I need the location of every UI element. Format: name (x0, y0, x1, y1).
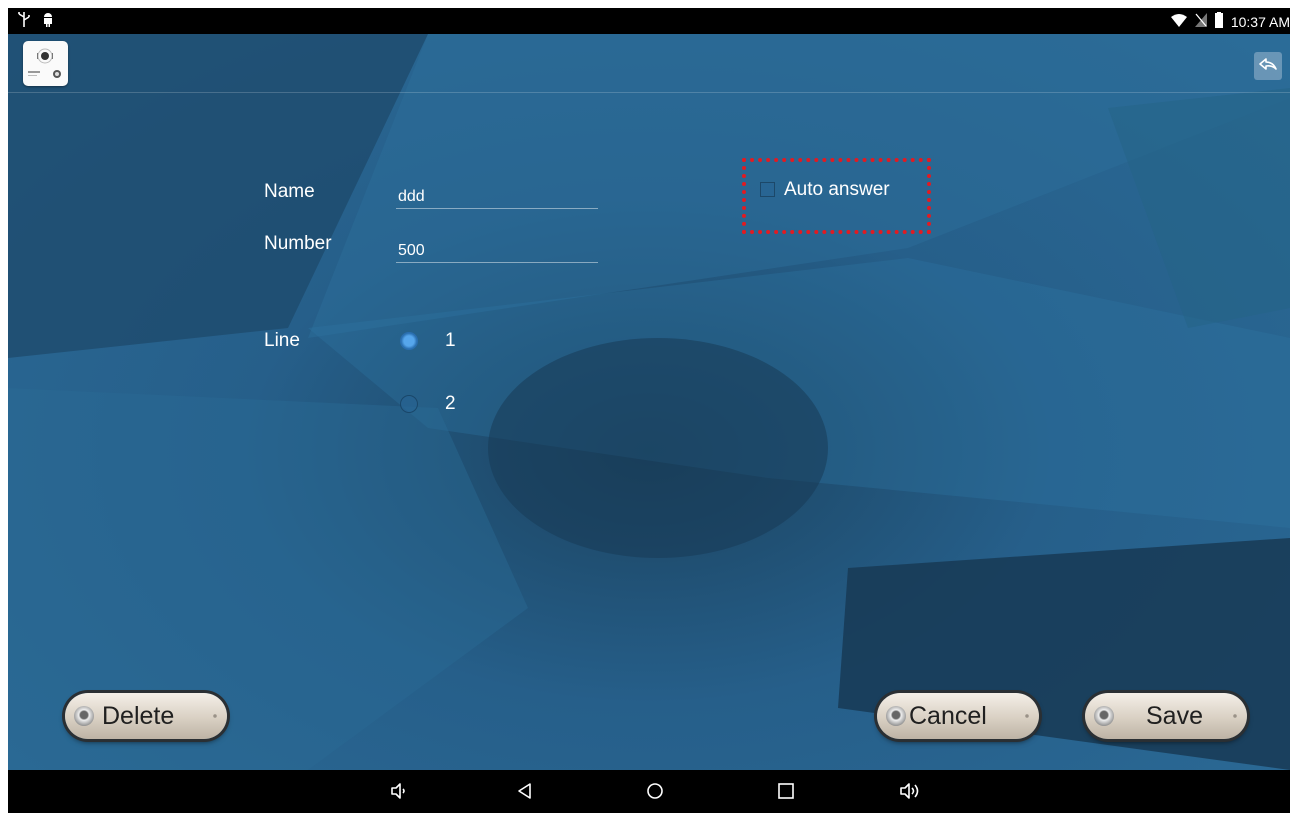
volume-down-icon[interactable] (390, 782, 408, 800)
back-button[interactable] (1254, 52, 1282, 80)
auto-answer-label[interactable]: Auto answer (784, 179, 890, 201)
number-field[interactable]: 500 (396, 240, 598, 263)
back-arrow-icon (1259, 57, 1277, 75)
grip-dots-icon (1232, 713, 1238, 719)
status-bar: 10:37 AM (8, 8, 1290, 34)
navigation-bar (8, 770, 1290, 813)
delete-button[interactable]: Delete (65, 693, 227, 739)
radio-button[interactable] (400, 395, 418, 413)
battery-icon (1214, 12, 1223, 31)
volume-up-icon[interactable] (899, 782, 923, 800)
cancel-button[interactable]: Cancel (877, 693, 1039, 739)
recents-icon[interactable] (777, 782, 795, 800)
line-label: Line (264, 330, 300, 351)
usb-icon (18, 12, 30, 30)
save-button-label: Save (1146, 702, 1203, 730)
back-icon[interactable] (516, 782, 534, 800)
button-knob-icon (74, 706, 94, 726)
cancel-button-label: Cancel (909, 702, 987, 730)
name-field[interactable]: ddd (396, 186, 598, 209)
line-option-label: 1 (445, 330, 456, 351)
auto-answer-checkbox[interactable] (760, 182, 775, 197)
wifi-icon (1170, 13, 1187, 30)
android-debug-icon (42, 12, 54, 30)
button-knob-icon (886, 706, 906, 726)
grip-dots-icon (212, 713, 218, 719)
grip-dots-icon (1024, 713, 1030, 719)
line-option-label: 2 (445, 393, 456, 414)
radio-button-checked[interactable] (400, 332, 418, 350)
app-bar (8, 34, 1290, 93)
button-knob-icon (1094, 706, 1114, 726)
delete-button-label: Delete (102, 702, 175, 730)
name-label: Name (264, 181, 315, 202)
clock: 10:37 AM (1230, 13, 1290, 30)
app-logo-icon[interactable] (23, 41, 68, 86)
no-sim-icon (1194, 13, 1207, 30)
save-button[interactable]: Save (1085, 693, 1247, 739)
number-label: Number (264, 233, 332, 254)
screen: 10:37 AM Name ddd Number 500 Line 1 2 Au… (8, 8, 1290, 813)
home-icon[interactable] (646, 782, 664, 800)
